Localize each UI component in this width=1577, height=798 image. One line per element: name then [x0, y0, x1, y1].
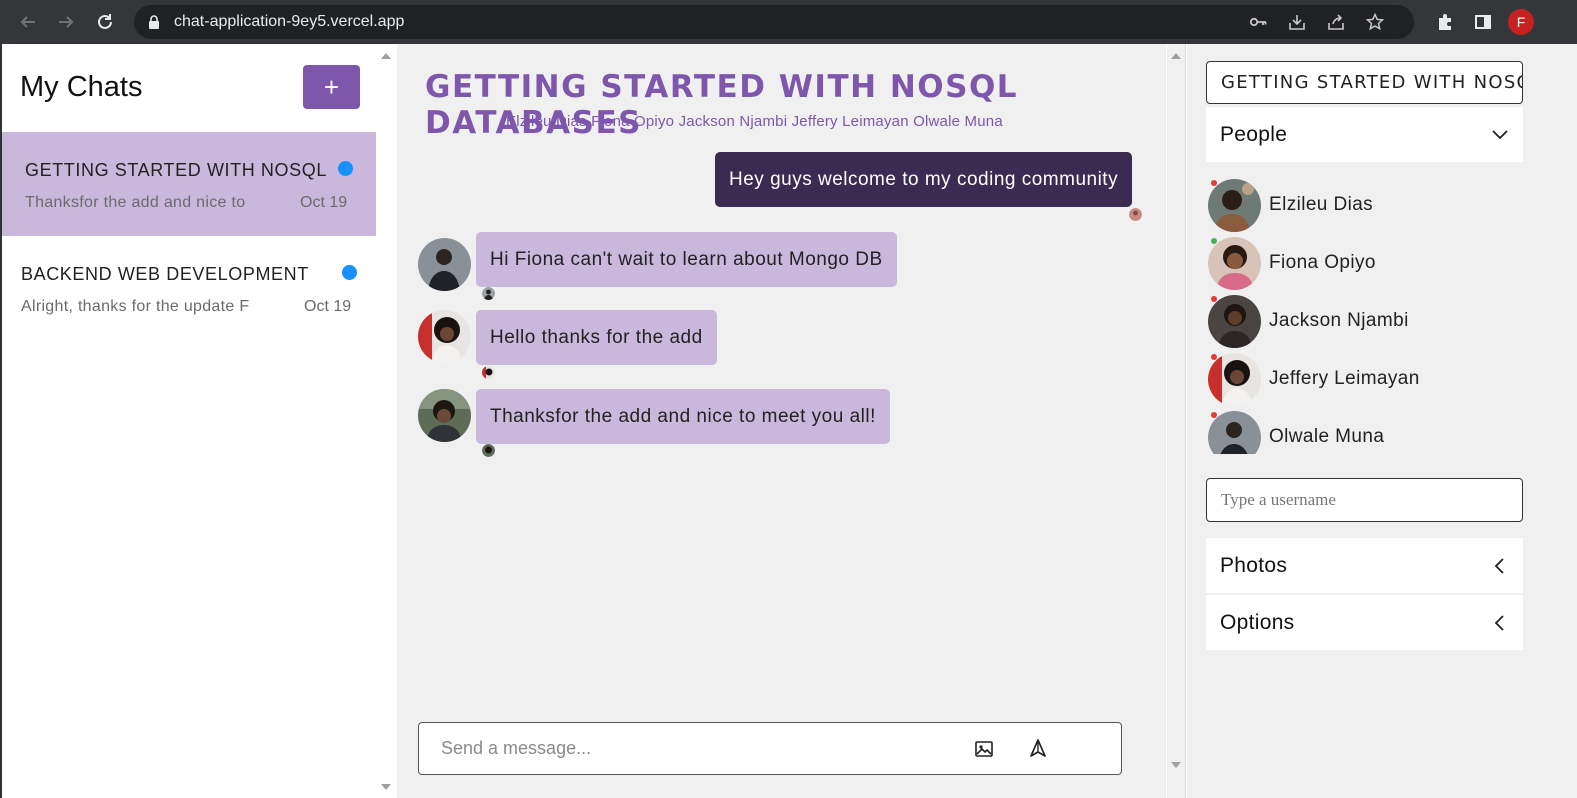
chat-card-title: BACKEND WEB DEVELOPMENT: [21, 264, 309, 284]
chevron-left-icon: [1494, 614, 1504, 631]
chat-settings-panel: GETTING STARTED WITH NOSQL DATABASES Peo…: [1187, 44, 1577, 798]
browser-toolbar: chat-application-9ey5.vercel.app F: [0, 0, 1577, 44]
scroll-up-arrow[interactable]: [381, 53, 391, 59]
chat-list: GETTING STARTED WITH NOSQL Thanksfor the…: [2, 132, 376, 340]
person-avatar: [1208, 236, 1261, 290]
chevron-down-icon: [1492, 129, 1508, 139]
message-input[interactable]: [441, 723, 961, 774]
chat-list-scrollbar[interactable]: [377, 44, 396, 798]
chat-card-preview: Alright, thanks for the update F: [21, 298, 250, 315]
people-list: Elzileu Dias Fiona Opiyo Jackson Njambi …: [1206, 176, 1523, 454]
forward-icon[interactable]: [47, 3, 85, 41]
person-row[interactable]: Elzileu Dias: [1206, 176, 1523, 234]
options-section-label: Options: [1220, 610, 1295, 634]
chat-card-backend[interactable]: BACKEND WEB DEVELOPMENT Alright, thanks …: [2, 236, 376, 340]
person-name: Jackson Njambi: [1269, 310, 1409, 331]
read-receipt-avatar: [1129, 208, 1142, 221]
photos-section-header[interactable]: Photos: [1206, 538, 1523, 593]
person-name: Jeffery Leimayan: [1269, 368, 1420, 389]
person-avatar: [1208, 352, 1261, 406]
read-receipt-avatar: [482, 366, 495, 379]
offline-status-dot: [1211, 354, 1217, 360]
install-icon[interactable]: [1277, 5, 1316, 39]
message-bubble: Thanksfor the add and nice to meet you a…: [476, 389, 890, 444]
read-receipt-avatar: [482, 287, 495, 300]
person-row[interactable]: Fiona Opiyo: [1206, 234, 1523, 292]
scroll-down-arrow[interactable]: [1171, 762, 1181, 768]
chat-card-date: Oct 19: [300, 194, 348, 211]
chat-feed-scrollbar[interactable]: [1167, 44, 1186, 798]
people-section-label: People: [1220, 122, 1288, 146]
offline-status-dot: [1211, 296, 1217, 302]
offline-status-dot: [1211, 412, 1217, 418]
profile-button[interactable]: F: [1502, 5, 1540, 39]
chat-list-panel: My Chats + GETTING STARTED WITH NOSQL Th…: [0, 44, 396, 798]
options-section-header[interactable]: Options: [1206, 595, 1523, 650]
people-section-header[interactable]: People: [1206, 107, 1523, 162]
chat-card-nosql[interactable]: GETTING STARTED WITH NOSQL Thanksfor the…: [2, 132, 376, 236]
url-text: chat-application-9ey5.vercel.app: [174, 13, 405, 30]
read-receipt-avatar: [482, 444, 495, 457]
offline-status-dot: [1211, 180, 1217, 186]
username-input[interactable]: [1207, 479, 1522, 521]
chat-card-title: GETTING STARTED WITH NOSQL: [25, 160, 327, 180]
key-icon[interactable]: [1238, 5, 1277, 39]
chat-list-header: My Chats +: [20, 64, 360, 110]
person-row[interactable]: Jeffery Leimayan: [1206, 350, 1523, 408]
sender-avatar: [418, 310, 471, 363]
chat-card-preview: Thanksfor the add and nice to: [25, 194, 246, 211]
side-panel-icon[interactable]: [1464, 5, 1502, 39]
chat-title-input[interactable]: GETTING STARTED WITH NOSQL DATABASES: [1206, 61, 1523, 104]
chat-card-date: Oct 19: [304, 298, 352, 315]
message-bubble: Hi Fiona can't wait to learn about Mongo…: [476, 232, 897, 287]
own-message-bubble: Hey guys welcome to my coding community: [715, 152, 1133, 207]
chat-list-title: My Chats: [20, 70, 143, 103]
username-search-field: [1206, 478, 1523, 522]
person-name: Fiona Opiyo: [1269, 252, 1376, 273]
message-bubble: Hello thanks for the add: [476, 310, 717, 365]
reload-icon[interactable]: [86, 3, 124, 41]
new-chat-button[interactable]: +: [303, 65, 360, 109]
bookmark-star-icon[interactable]: [1355, 5, 1394, 39]
person-avatar: [1208, 294, 1261, 348]
chat-feed-members: Elzileu Dias Fiona Opiyo Jackson Njambi …: [506, 113, 1003, 130]
profile-avatar: F: [1508, 9, 1534, 35]
sender-avatar: [418, 238, 471, 291]
person-name: Olwale Muna: [1269, 426, 1385, 447]
person-name: Elzileu Dias: [1269, 194, 1374, 215]
chevron-left-icon: [1494, 557, 1504, 574]
person-row[interactable]: Olwale Muna: [1206, 408, 1523, 454]
chat-feed-title: GETTING STARTED WITH NOSQL DATABASES: [425, 69, 1019, 141]
photos-section-label: Photos: [1220, 553, 1288, 577]
send-icon[interactable]: [1028, 738, 1048, 758]
unread-dot: [342, 265, 357, 280]
image-upload-icon[interactable]: [974, 739, 994, 759]
lock-icon: [149, 15, 159, 29]
message-composer: [418, 722, 1122, 775]
person-row[interactable]: Jackson Njambi: [1206, 292, 1523, 350]
unread-dot: [338, 161, 353, 176]
scroll-up-arrow[interactable]: [1171, 53, 1181, 59]
chat-feed: GETTING STARTED WITH NOSQL DATABASES Elz…: [397, 44, 1166, 798]
extensions-icon[interactable]: [1426, 5, 1464, 39]
scroll-down-arrow[interactable]: [381, 784, 391, 790]
share-icon[interactable]: [1316, 5, 1355, 39]
person-avatar: [1208, 178, 1261, 232]
address-bar[interactable]: chat-application-9ey5.vercel.app: [134, 5, 1414, 39]
sender-avatar: [418, 389, 471, 442]
window-edge: [0, 44, 2, 798]
online-status-dot: [1211, 238, 1217, 244]
back-icon[interactable]: [9, 3, 47, 41]
